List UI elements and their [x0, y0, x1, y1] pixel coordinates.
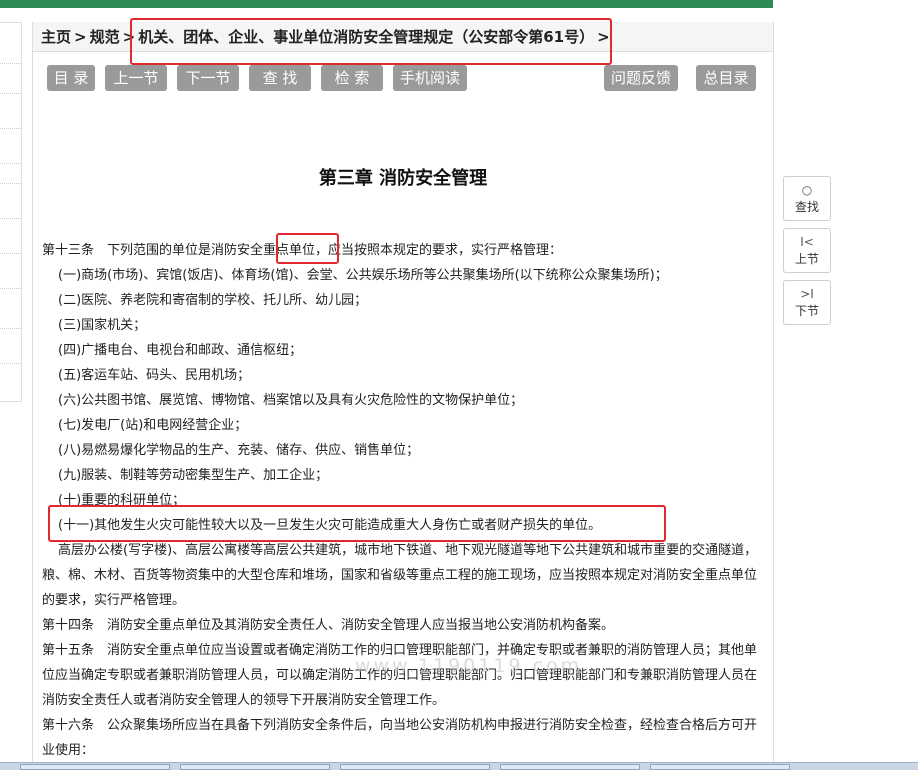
title-highlight-box	[130, 18, 612, 65]
side-next-button[interactable]: >I 下节	[783, 280, 831, 325]
list-item: (九)服装、制鞋等劳动密集型生产、加工企业；	[58, 468, 329, 483]
list-item: (六)公共图书馆、展览馆、博物馆、档案馆以及具有火灾危险性的文物保护单位；	[58, 393, 524, 408]
list-item: (七)发电厂(站)和电网经营企业；	[58, 418, 248, 433]
sidebar-divider	[0, 288, 21, 289]
table-of-contents-button[interactable]: 总目录	[696, 65, 756, 91]
sidebar-divider	[0, 93, 21, 94]
main-content-panel: 主页 > 规范 > 机关、团体、企业、事业单位消防安全管理规定（公安部令第61号） > 目…	[32, 18, 774, 769]
top-accent-bar	[0, 0, 773, 8]
list-item: (三)国家机关；	[58, 318, 147, 333]
article-15: 第十五条 消防安全重点单位应当设置或者确定消防工作的归口管理职能部门，并确定专职…	[42, 643, 758, 708]
sidebar-divider	[0, 63, 21, 64]
side-prev-label: 上节	[794, 252, 819, 266]
taskbar-item[interactable]	[650, 764, 790, 770]
sidebar-divider	[0, 128, 21, 129]
high-rise-paragraph: 高层办公楼(写字楼)、高层公寓楼等高层公共建筑，城市地下铁道、地下观光隧道等地下…	[42, 543, 758, 608]
find-button[interactable]: 查 找	[249, 65, 311, 91]
key-unit-highlight-box	[276, 233, 339, 264]
sidebar-divider	[0, 253, 21, 254]
side-find-button[interactable]: ○ 查找	[783, 176, 831, 221]
article-14: 第十四条 消防安全重点单位及其消防安全责任人、消防安全管理人应当报当地公安消防机…	[42, 618, 615, 633]
item-eleven-highlight-box	[48, 505, 666, 542]
next-section-button[interactable]: 下一节	[177, 65, 239, 91]
taskbar-item[interactable]	[500, 764, 640, 770]
feedback-button[interactable]: 问题反馈	[604, 65, 678, 91]
breadcrumb-separator: >	[74, 28, 87, 46]
side-prev-button[interactable]: I< 上节	[783, 228, 831, 273]
breadcrumb-section-link[interactable]: 规范	[90, 28, 120, 46]
list-item: (一)商场(市场)、宾馆(饭店)、体育场(馆)、会堂、公共娱乐场所等公共聚集场所…	[58, 268, 668, 283]
sidebar-divider	[0, 363, 21, 364]
side-find-label: 查找	[794, 200, 819, 214]
search-button[interactable]: 检 索	[321, 65, 383, 91]
taskbar-item[interactable]	[20, 764, 170, 770]
taskbar-item[interactable]	[180, 764, 330, 770]
article-16: 第十六条 公众聚集场所应当在具备下列消防安全条件后，向当地公安消防机构申报进行消…	[42, 718, 758, 758]
first-page-icon: I<	[800, 235, 814, 249]
toolbar: 目 录 上一节 下一节 查 找 检 索 手机阅读 问题反馈 总目录	[33, 65, 773, 93]
mobile-read-button[interactable]: 手机阅读	[393, 65, 467, 91]
prev-section-button[interactable]: 上一节	[105, 65, 167, 91]
side-next-label: 下节	[794, 304, 819, 318]
catalog-button[interactable]: 目 录	[47, 65, 95, 91]
breadcrumb-home-link[interactable]: 主页	[41, 28, 71, 46]
list-item: (二)医院、养老院和寄宿制的学校、托儿所、幼儿园；	[58, 293, 368, 308]
sidebar-divider	[0, 183, 21, 184]
article-content: 第十三条 下列范围的单位是消防安全重点单位，应当按照本规定的要求，实行严格管理：…	[42, 238, 766, 763]
list-item: (八)易燃易爆化学物品的生产、充装、储存、供应、销售单位；	[58, 443, 420, 458]
taskbar-item[interactable]	[340, 764, 490, 770]
floating-side-buttons: ○ 查找 I< 上节 >I 下节	[783, 176, 833, 332]
sidebar-divider	[0, 328, 21, 329]
sidebar-divider	[0, 163, 21, 164]
sidebar-divider	[0, 218, 21, 219]
left-sidebar-panel	[0, 22, 22, 402]
list-item: (四)广播电台、电视台和邮政、通信枢纽；	[58, 343, 303, 358]
article-13: 第十三条 下列范围的单位是消防安全重点单位，应当按照本规定的要求，实行严格管理：	[42, 243, 563, 258]
chapter-title: 第三章 消防安全管理	[318, 168, 488, 189]
list-item: (五)客运车站、码头、民用机场；	[58, 368, 251, 383]
search-icon: ○	[801, 183, 813, 197]
last-page-icon: >I	[800, 287, 814, 301]
